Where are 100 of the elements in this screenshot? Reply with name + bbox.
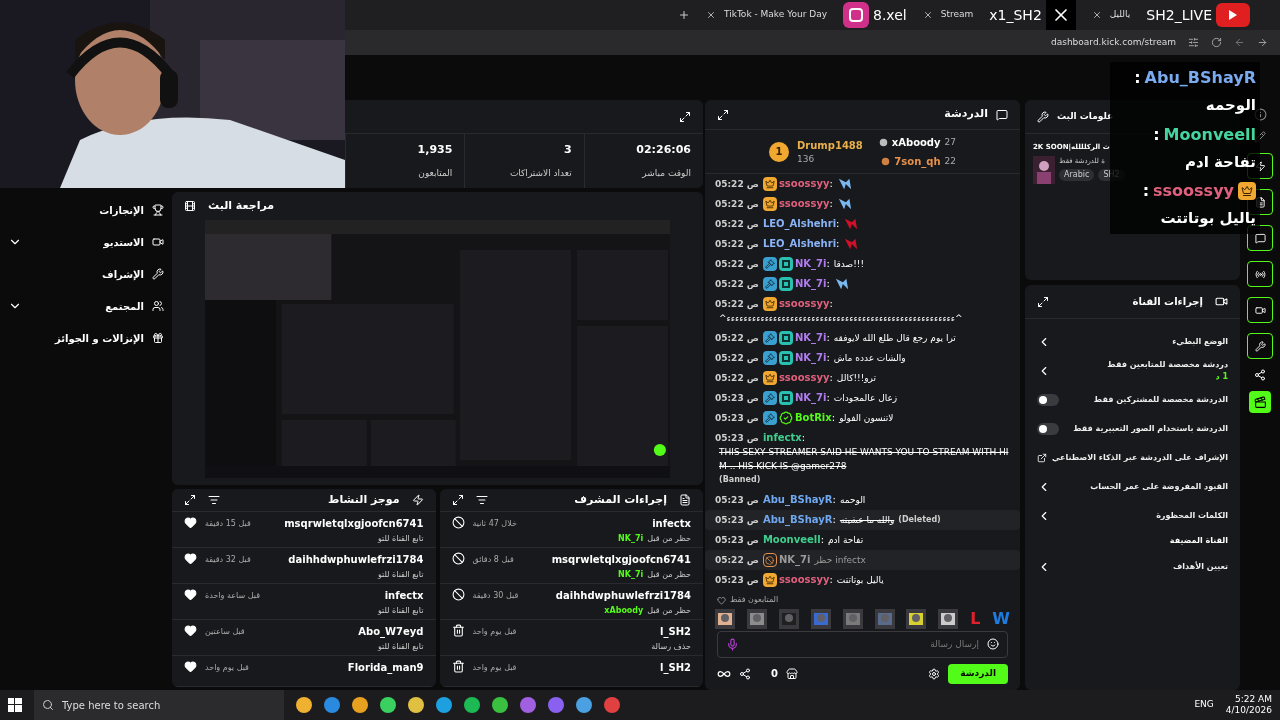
close-icon[interactable]	[705, 10, 716, 20]
ban-icon	[451, 588, 465, 601]
message-time: 05:23 ص	[715, 412, 759, 426]
message-text: صدقا!!!	[833, 258, 865, 272]
emoji-icon[interactable]	[987, 638, 999, 651]
app-icon[interactable]	[548, 697, 564, 713]
share-icon	[739, 667, 751, 680]
reload-icon[interactable]	[1211, 37, 1222, 48]
moderator-name: xAboody	[604, 605, 644, 617]
colon: :	[1153, 123, 1160, 146]
emote[interactable]: L	[970, 606, 981, 631]
card-title: إجراءات القناة	[1131, 295, 1203, 309]
channel-action-row[interactable]: دردشة مخصصة للمتابعين فقط 1 د	[1025, 356, 1240, 385]
popout-icon[interactable]	[1037, 295, 1049, 308]
timestamp: قبل 8 دقائق	[472, 553, 514, 566]
crown-icon	[762, 371, 777, 386]
sidebar-item[interactable]: المجتمع	[8, 296, 164, 316]
settings-icon[interactable]	[1188, 37, 1199, 48]
close-icon[interactable]	[1091, 10, 1102, 20]
chat-username[interactable]: BotRix	[794, 411, 832, 426]
channel-action-row[interactable]: الدردشة مخصصة للمشتركين فقط	[1025, 385, 1240, 414]
message-text: الوحمه	[839, 494, 866, 508]
browser-tab[interactable]: Stream	[914, 3, 982, 27]
channel-action-row[interactable]: الإشراف على الدردشة عبر الذكاء الاصطناعي	[1025, 443, 1240, 472]
popout-icon[interactable]	[679, 110, 691, 123]
timestamp: خلال 47 ثانية	[472, 517, 517, 530]
mic-icon[interactable]	[726, 637, 739, 651]
rail-button[interactable]	[1249, 391, 1271, 413]
channel-action-row[interactable]: الدردشة باستخدام الصور التعبيرية فقط	[1025, 414, 1240, 443]
filter-icon[interactable]	[208, 494, 220, 506]
message-text: ترو!!!كالل	[836, 372, 877, 386]
sidebar-item[interactable]: الإنزالات و الجوائز	[8, 328, 164, 348]
taskbar-search[interactable]: Type here to search	[34, 690, 284, 720]
message-time: 05:22 ص	[715, 238, 759, 252]
rail-button[interactable]	[1247, 297, 1273, 323]
sidebar-item[interactable]: الاستديو	[8, 232, 164, 252]
chat-username[interactable]: Abu_BShayR	[762, 513, 833, 528]
chat-username[interactable]: Moonveell	[762, 533, 821, 548]
sidebar-item[interactable]: الإنجازات	[8, 200, 164, 220]
leader-name: 7son_qh	[894, 154, 941, 169]
toggle-switch[interactable]	[1037, 422, 1059, 435]
rail-button[interactable]	[1247, 333, 1273, 359]
app-icon[interactable]	[436, 697, 452, 713]
app-icon[interactable]	[408, 697, 424, 713]
app-icon[interactable]	[464, 697, 480, 713]
app-icon[interactable]	[604, 697, 620, 713]
message-input[interactable]: إرسال رسالة	[747, 637, 979, 652]
app-icon[interactable]	[296, 697, 312, 713]
back-icon[interactable]	[1234, 37, 1245, 48]
popout-icon[interactable]	[184, 494, 196, 506]
message-time: 05:22 ص	[715, 554, 759, 568]
sidebar-item[interactable]: الإشراف	[8, 264, 164, 284]
browser-tab[interactable]: يالليل	[1083, 3, 1139, 27]
colon: :	[829, 297, 833, 312]
rail-button[interactable]	[1247, 261, 1273, 287]
channel-action-row[interactable]: تعيين الأهداف	[1025, 552, 1240, 581]
channel-action-row[interactable]: الوضع البطيء	[1025, 327, 1240, 356]
windows-icon[interactable]	[8, 698, 22, 712]
close-icon[interactable]	[922, 10, 933, 20]
play-logo-icon	[1216, 3, 1250, 27]
timestamp: قبل يوم واحد	[205, 661, 249, 674]
colon: :	[826, 391, 830, 406]
ban-icon	[451, 516, 465, 529]
points-count: 0	[771, 667, 778, 682]
forward-icon[interactable]	[1257, 37, 1268, 48]
app-icon[interactable]	[576, 697, 592, 713]
app-icon[interactable]	[380, 697, 396, 713]
app-icon[interactable]	[492, 697, 508, 713]
settings-icon[interactable]	[928, 667, 941, 680]
filter-icon[interactable]	[475, 494, 488, 506]
timestamp: قبل يوم واحد	[472, 661, 517, 674]
stat-value: 3	[563, 142, 572, 158]
username: msqrwletqlxgjoofcn6741	[551, 553, 691, 567]
emote[interactable]: W	[992, 606, 1010, 631]
chat-username[interactable]: NK_7i	[778, 553, 811, 568]
store-icon[interactable]	[785, 667, 798, 680]
timestamp: قبل يوم واحد	[472, 625, 517, 638]
popout-icon[interactable]	[717, 108, 729, 121]
share-icon[interactable]	[1254, 369, 1266, 381]
colon: :	[820, 533, 824, 548]
popout-icon[interactable]	[451, 494, 464, 506]
chat-send-button[interactable]: الدردشة	[948, 663, 1008, 684]
colon: :	[829, 371, 833, 386]
new-tab-icon[interactable]	[677, 9, 690, 21]
browser-tab[interactable]: TikTok - Make Your Day	[697, 3, 835, 27]
channel-action-row[interactable]: القيود المفروضة على عمر الحساب	[1025, 472, 1240, 501]
gavel-icon	[762, 351, 777, 366]
card-title: مراجعة البث	[208, 197, 275, 214]
app-icon[interactable]	[352, 697, 368, 713]
message-field[interactable]: إرسال رسالة	[717, 630, 1008, 658]
message-time: 05:22 ص	[715, 372, 759, 386]
app-icon[interactable]	[520, 697, 536, 713]
instagram-icon	[843, 2, 869, 28]
chat-username[interactable]: Abu_BShayR	[762, 493, 833, 508]
chat-username[interactable]: infectx	[762, 431, 802, 446]
gift-icon	[152, 332, 164, 344]
app-icon[interactable]	[324, 697, 340, 713]
toggle-switch[interactable]	[1037, 393, 1059, 406]
channel-action-row[interactable]: الكلمات المحظورة	[1025, 501, 1240, 530]
ban-icon	[451, 552, 465, 565]
